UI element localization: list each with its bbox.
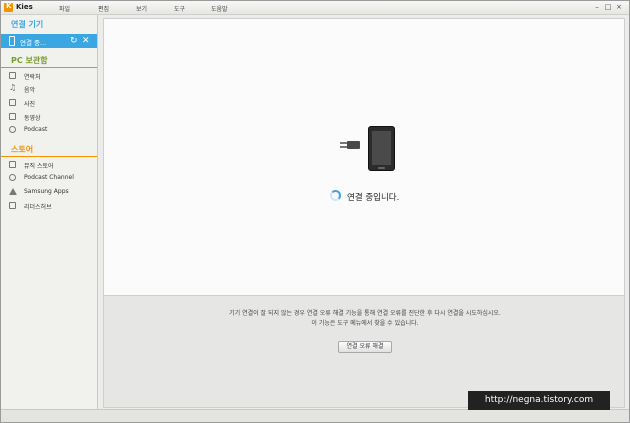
- device-item[interactable]: 연결 중... ↻ ✕: [1, 34, 97, 48]
- status-bar: [1, 409, 629, 422]
- phone-screen: [372, 131, 391, 165]
- usb-plug-icon: [340, 140, 362, 150]
- connection-panel: 연결 중입니다.: [103, 18, 625, 296]
- podcast-icon: [9, 126, 16, 133]
- connection-status: 연결 중입니다.: [347, 193, 400, 203]
- phone-icon: [9, 36, 15, 46]
- book-icon: [9, 202, 16, 209]
- plug-body: [347, 141, 360, 149]
- help-text: 기기 연결이 잘 되지 않는 경우 연결 오류 해결 기능을 통해 연결 오류를…: [229, 310, 501, 317]
- sidebar-item-label: Podcast Channel: [24, 174, 74, 181]
- pc-library-divider: [1, 67, 97, 68]
- apps-triangle-icon: [9, 188, 17, 195]
- minimize-button[interactable]: –: [593, 3, 601, 11]
- music-note-icon: ♫: [9, 83, 17, 92]
- sidebar-item-podcast[interactable]: Podcast: [1, 123, 97, 136]
- sidebar-item-label: Podcast: [24, 126, 48, 133]
- sidebar: 연결 기기 연결 중... ↻ ✕ PC 보관함 연락처 ♫ 음악 사진 동영상: [1, 15, 98, 409]
- close-icon[interactable]: ✕: [82, 35, 90, 47]
- close-window-button[interactable]: ×: [615, 3, 623, 11]
- sidebar-item-music-store[interactable]: 뮤직 스토어: [1, 158, 97, 171]
- sidebar-item-contacts[interactable]: 연락처: [1, 69, 97, 82]
- kies-logo-icon: [4, 2, 13, 12]
- plug-pin: [340, 146, 347, 148]
- pc-library-title: PC 보관함: [11, 56, 48, 65]
- kies-window: Kies 파일 편집 보기 도구 도움말 – □ × 연결 기기 연결 중...…: [0, 0, 630, 423]
- menu-tools[interactable]: 도구: [174, 4, 185, 13]
- sidebar-item-label: 리더스허브: [24, 204, 52, 211]
- sidebar-item-podcast-channel[interactable]: Podcast Channel: [1, 171, 97, 184]
- store-bag-icon: [9, 161, 16, 168]
- menu-edit[interactable]: 편집: [98, 4, 109, 13]
- store-header: 스토어: [1, 140, 97, 157]
- sidebar-item-label: 음악: [24, 87, 36, 94]
- menu-view[interactable]: 보기: [136, 4, 147, 13]
- store-divider: [1, 156, 97, 157]
- menu-file[interactable]: 파일: [59, 4, 70, 13]
- video-icon: [9, 113, 16, 120]
- refresh-icon[interactable]: ↻: [70, 35, 78, 47]
- menu-help[interactable]: 도움말: [211, 4, 228, 13]
- sidebar-item-label: 동영상: [24, 115, 41, 122]
- photo-icon: [9, 99, 16, 106]
- connected-devices-title: 연결 기기: [11, 20, 44, 29]
- sidebar-item-label: 연락처: [24, 74, 41, 81]
- phone-illustration-icon: [368, 126, 395, 171]
- sidebar-item-music[interactable]: ♫ 음악: [1, 82, 97, 95]
- troubleshoot-button[interactable]: 연결 오류 해결: [338, 341, 392, 353]
- sidebar-item-photos[interactable]: 사진: [1, 96, 97, 109]
- phone-home-key: [378, 167, 385, 169]
- sidebar-item-label: 사진: [24, 101, 36, 108]
- help-text-menu-hint: 이 기능은 도구 메뉴에서 찾을 수 있습니다.: [311, 320, 419, 327]
- sidebar-item-videos[interactable]: 동영상: [1, 110, 97, 123]
- maximize-button[interactable]: □: [604, 3, 612, 11]
- menu-bar: Kies 파일 편집 보기 도구 도움말 – □ ×: [1, 1, 629, 15]
- sidebar-item-label: Samsung Apps: [24, 188, 69, 195]
- store-title: 스토어: [11, 145, 34, 154]
- sidebar-item-samsung-apps[interactable]: Samsung Apps: [1, 185, 97, 198]
- device-label: 연결 중...: [20, 39, 47, 47]
- pc-library-header: PC 보관함: [1, 51, 97, 68]
- loading-spinner-icon: [330, 190, 341, 201]
- sidebar-item-readers-hub[interactable]: 리더스허브: [1, 199, 97, 212]
- plug-pin: [340, 142, 347, 144]
- sidebar-item-label: 뮤직 스토어: [24, 163, 54, 170]
- app-name: Kies: [16, 3, 33, 11]
- connected-devices-header: 연결 기기: [1, 15, 97, 32]
- podcast-icon: [9, 174, 16, 181]
- contacts-icon: [9, 72, 16, 79]
- watermark: http://negna.tistory.com: [468, 391, 610, 410]
